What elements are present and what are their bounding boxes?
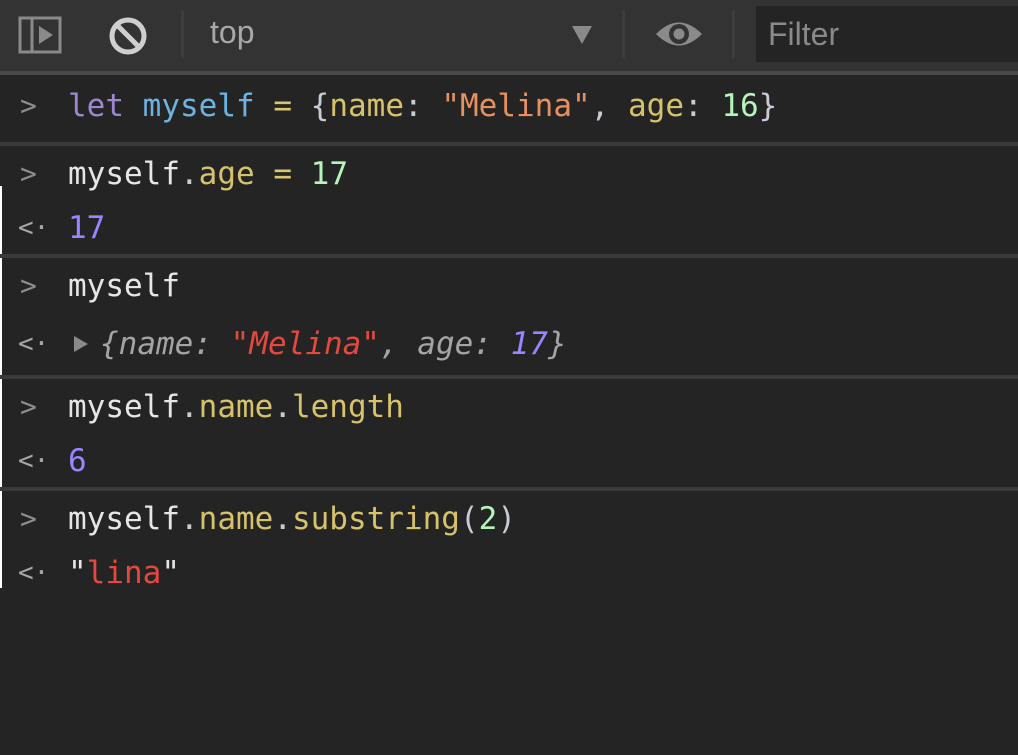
prompt-chevron-icon: >: [20, 390, 37, 423]
result-arrow-icon: <·: [18, 329, 50, 359]
filter-input[interactable]: [756, 6, 1018, 62]
console-result-line: <· 6: [0, 435, 1018, 487]
console-result-line: <· 17: [0, 202, 1018, 254]
toolbar-divider: [181, 10, 184, 58]
clear-console-icon[interactable]: [108, 16, 148, 56]
toolbar-divider: [622, 10, 625, 58]
console-result-line: <· "lina": [0, 547, 1018, 599]
object-preview[interactable]: {name: "Melina", age: 17}: [100, 314, 567, 375]
console-command: myself.name.length: [68, 389, 404, 425]
prompt-chevron-icon: >: [20, 502, 37, 535]
console-result: "lina": [68, 555, 180, 591]
console-input-line: > let myself = {name: "Melina", age: 16}: [0, 75, 1018, 142]
context-selector[interactable]: top: [210, 14, 254, 51]
console-command: myself: [68, 268, 180, 304]
console-command: let myself = {name: "Melina", age: 16}: [68, 88, 778, 124]
console-result: 6: [68, 443, 87, 479]
prompt-chevron-icon: >: [20, 269, 37, 302]
caret-down-icon[interactable]: [572, 26, 592, 44]
console-input-line: > myself.name.substring(2): [0, 491, 1018, 547]
console-result: 17: [68, 210, 106, 246]
toolbar-divider: [732, 10, 735, 58]
prompt-chevron-icon: >: [20, 89, 37, 122]
console-input-line: > myself.age = 17: [0, 146, 1018, 202]
prompt-chevron-icon: >: [20, 157, 37, 190]
sidebar-toggle-icon[interactable]: [18, 16, 62, 54]
console-command: myself.name.substring(2): [68, 501, 516, 537]
console-toolbar: top: [0, 0, 1018, 71]
result-arrow-icon: <·: [18, 558, 50, 588]
console-command: myself.age = 17: [68, 156, 348, 192]
expand-triangle-icon[interactable]: [74, 336, 88, 352]
console-output[interactable]: > let myself = {name: "Melina", age: 16}…: [0, 75, 1018, 599]
result-arrow-icon: <·: [18, 446, 50, 476]
console-input-line: > myself.name.length: [0, 379, 1018, 435]
console-result-line: <· {name: "Melina", age: 17}: [0, 314, 1018, 375]
console-input-line: > myself: [0, 258, 1018, 314]
eye-icon[interactable]: [654, 17, 704, 51]
result-arrow-icon: <·: [18, 213, 50, 243]
